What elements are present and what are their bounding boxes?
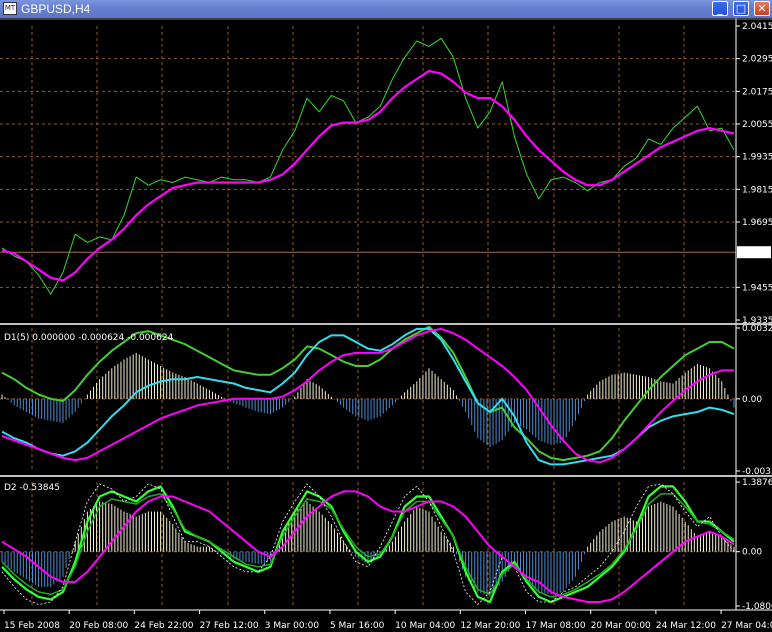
x-tick-label: 3 Mar 00:00 — [265, 621, 320, 631]
y-tick-label: 2.0175 — [742, 87, 772, 97]
y-tick-label: 2.0295 — [742, 55, 772, 65]
close-button[interactable]: ✕ — [754, 1, 770, 16]
title-bar[interactable]: MT GBPUSD,H4 _ □ ✕ — [0, 0, 772, 18]
x-tick-label: 27 Feb 12:00 — [200, 621, 259, 631]
y-tick-label: 2.0055 — [742, 120, 772, 130]
y-tick-label: 1.9935 — [742, 153, 772, 163]
d2-indicator-label: D2 -0.53845 — [4, 483, 60, 493]
x-tick-label: 15 Feb 2008 — [4, 621, 60, 631]
y-tick-label: 1.9455 — [742, 283, 772, 293]
x-tick-label: 27 Mar 04:00 — [721, 621, 772, 631]
x-tick-label: 20 Mar 00:00 — [591, 621, 651, 631]
x-tick-label: 12 Mar 20:00 — [460, 621, 520, 631]
maximize-button[interactable]: □ — [733, 1, 749, 16]
y-tick-label: 0.00 — [742, 395, 762, 405]
y-tick-label: -0.0033 — [742, 467, 772, 477]
y-tick-label: 0.00 — [742, 548, 762, 558]
x-tick-label: 10 Mar 04:00 — [395, 621, 455, 631]
minimize-button[interactable]: _ — [712, 1, 728, 16]
x-tick-label: 17 Mar 08:00 — [526, 621, 586, 631]
y-tick-label: 0.00324 — [742, 324, 772, 334]
x-tick-label: 5 Mar 16:00 — [330, 621, 385, 631]
chart-window: MT GBPUSD,H4 _ □ ✕ 15 Feb 2008 20 Feb 08:… — [0, 0, 772, 632]
y-tick-label: 1.38763 — [742, 478, 772, 488]
x-tick-label: 24 Mar 12:00 — [656, 621, 716, 631]
y-tick-label: 1.9695 — [742, 218, 772, 228]
y-tick-label: 2.0415 — [742, 22, 772, 32]
y-tick-label: -1.0806 — [742, 602, 772, 612]
x-tick-label: 24 Feb 22:00 — [134, 621, 193, 631]
d1-indicator-label: D1(5) 0.000000 -0.000624 -0.000624 — [4, 333, 174, 343]
chart-area[interactable]: 15 Feb 2008 20 Feb 08:00 24 Feb 22:00 27 Fe… — [0, 18, 772, 632]
chart-window-icon[interactable]: MT — [3, 2, 17, 15]
window-title: GBPUSD,H4 — [21, 2, 91, 16]
x-tick-label: 20 Feb 08:00 — [69, 621, 128, 631]
current-price-label: 1.9584 — [739, 248, 771, 258]
y-tick-label: 1.9815 — [742, 185, 772, 195]
